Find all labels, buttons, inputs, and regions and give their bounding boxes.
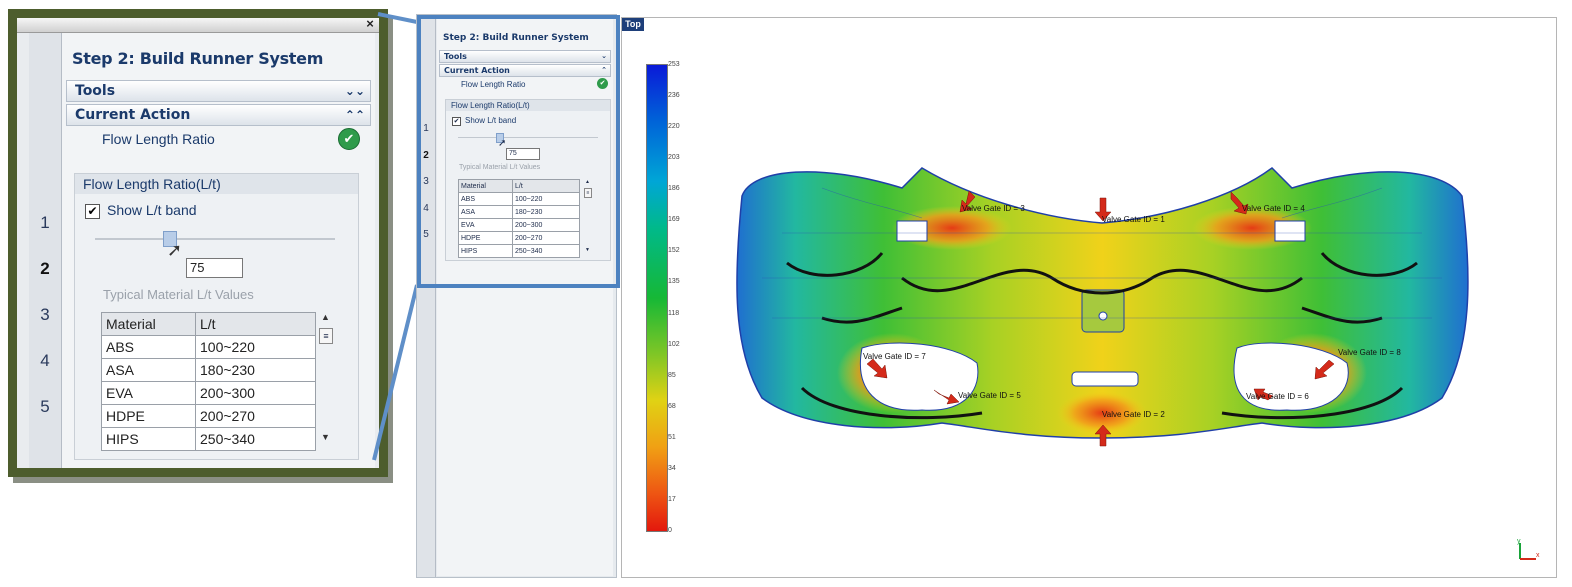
axis-y-label: y bbox=[1517, 538, 1521, 545]
gate-label-4: Valve Gate ID = 4 bbox=[1242, 204, 1305, 213]
gate-label-8: Valve Gate ID = 8 bbox=[1338, 348, 1401, 357]
gate-label-1: Valve Gate ID = 1 bbox=[1102, 215, 1165, 224]
axis-x-label: x bbox=[1536, 552, 1540, 559]
gate-label-2: Valve Gate ID = 2 bbox=[1102, 410, 1165, 419]
axis-triad-icon: y x bbox=[1517, 538, 1540, 560]
bumper-model[interactable] bbox=[622, 18, 1556, 577]
task-panel: 1 2 3 4 5 Step 2: Build Runner System To… bbox=[416, 14, 620, 578]
highlight-frame bbox=[417, 15, 620, 288]
gate-label-7: Valve Gate ID = 7 bbox=[863, 352, 926, 361]
gate-label-6: Valve Gate ID = 6 bbox=[1246, 392, 1309, 401]
gate-label-5: Valve Gate ID = 5 bbox=[958, 391, 1021, 400]
gate-label-3: Valve Gate ID = 3 bbox=[962, 204, 1025, 213]
model-viewport[interactable]: Top 253 236 220 203 186 169 152 135 118 102 85 68 51… bbox=[621, 17, 1557, 578]
